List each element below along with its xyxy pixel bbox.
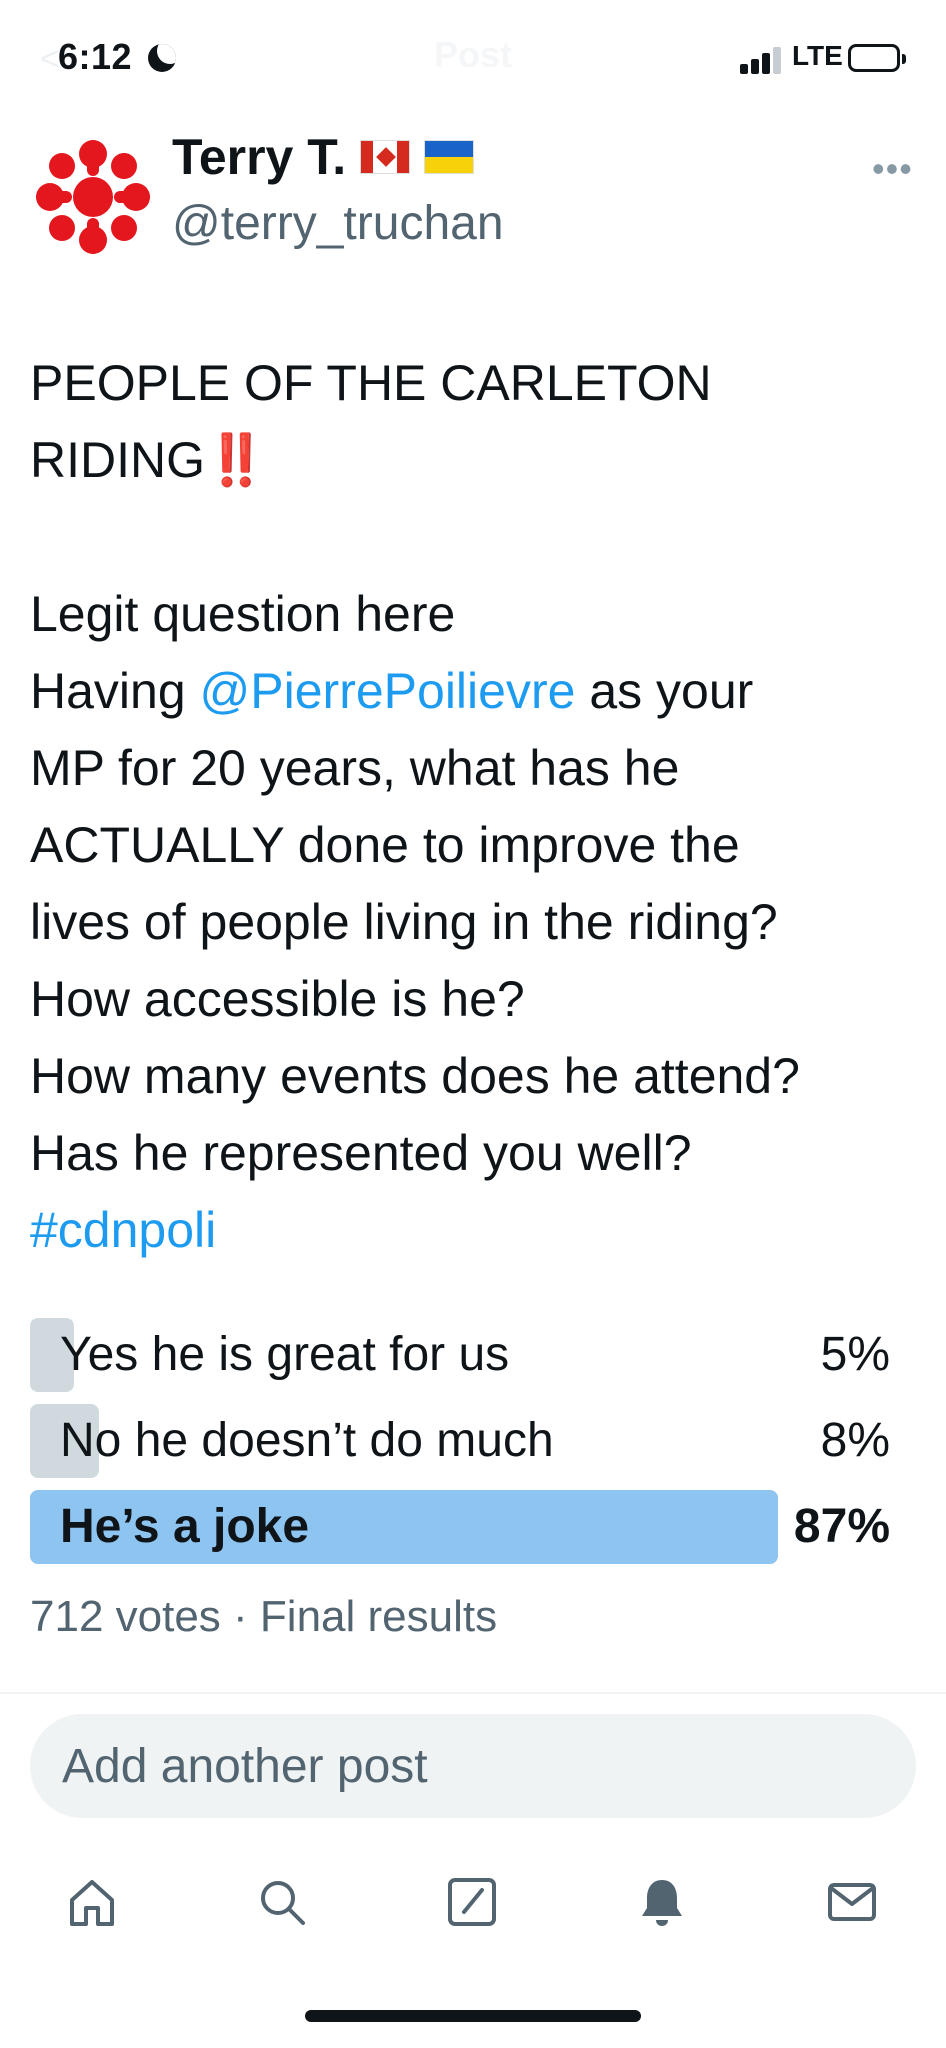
poll-option: Yes he is great for us 5%	[30, 1318, 890, 1392]
tweet-line: How accessible is he?	[30, 971, 525, 1027]
search-icon[interactable]	[242, 1862, 322, 1942]
poll-option-label: He’s a joke	[60, 1500, 310, 1553]
reply-input[interactable]	[30, 1714, 916, 1818]
compose-icon[interactable]	[432, 1862, 512, 1942]
tweet-line: ACTUALLY done to improve the	[30, 817, 740, 873]
battery-icon	[848, 44, 906, 72]
messages-icon[interactable]	[812, 1862, 892, 1942]
tweet-line: RIDING‼️	[30, 432, 268, 488]
signal-icon	[740, 46, 782, 74]
cbc-logo-icon	[33, 137, 153, 257]
avatar[interactable]	[32, 136, 154, 258]
author-handle[interactable]: @terry_truchan	[172, 196, 504, 251]
home-icon[interactable]	[52, 1862, 132, 1942]
hashtag-link[interactable]: #cdnpoli	[30, 1202, 216, 1258]
tweet-text: PEOPLE OF THE CARLETON RIDING‼️ Legit qu…	[30, 345, 920, 1269]
reply-box[interactable]	[30, 1714, 916, 1818]
tweet-line: Having @PierrePoilievre as your	[30, 663, 754, 719]
poll-option-percent: 8%	[820, 1414, 890, 1467]
status-bar: < Post 6:12 LTE	[0, 0, 946, 110]
bottom-nav	[0, 1862, 946, 1942]
tweet-line: MP for 20 years, what has he	[30, 740, 680, 796]
poll-option-percent: 87%	[793, 1500, 890, 1553]
poll-option-label: Yes he is great for us	[60, 1328, 510, 1381]
poll: Yes he is great for us 5% No he doesn’t …	[30, 1318, 890, 1576]
tweet-line: lives of people living in the riding?	[30, 894, 778, 950]
poll-option: He’s a joke 87%	[30, 1490, 890, 1564]
canada-flag-icon	[360, 140, 411, 174]
tweet-line: Has he represented you well?	[30, 1125, 692, 1181]
ukraine-flag-icon	[424, 140, 475, 174]
divider	[0, 1692, 946, 1694]
status-time: 6:12	[58, 36, 133, 77]
moon-icon	[148, 44, 176, 72]
poll-option: No he doesn’t do much 8%	[30, 1404, 890, 1478]
poll-option-percent: 5%	[820, 1328, 890, 1381]
home-indicator[interactable]	[305, 2010, 641, 2022]
author-display-name[interactable]: Terry T.	[172, 128, 346, 186]
poll-meta: 712 votes · Final results	[30, 1592, 498, 1641]
more-options-icon[interactable]: •••	[872, 148, 913, 190]
double-exclamation-icon: ‼️	[205, 432, 268, 488]
notifications-icon[interactable]	[622, 1862, 702, 1942]
poll-votes: 712 votes	[30, 1592, 221, 1641]
tweet-line: PEOPLE OF THE CARLETON	[30, 355, 712, 411]
mention-link[interactable]: @PierrePoilievre	[200, 663, 576, 719]
author-name[interactable]: Terry T.	[172, 128, 475, 186]
tweet-line: How many events does he attend?	[30, 1048, 800, 1104]
poll-status: Final results	[259, 1592, 498, 1641]
poll-option-label: No he doesn’t do much	[60, 1414, 554, 1467]
network-label: LTE	[792, 40, 843, 71]
tweet-line: Legit question here	[30, 586, 456, 642]
